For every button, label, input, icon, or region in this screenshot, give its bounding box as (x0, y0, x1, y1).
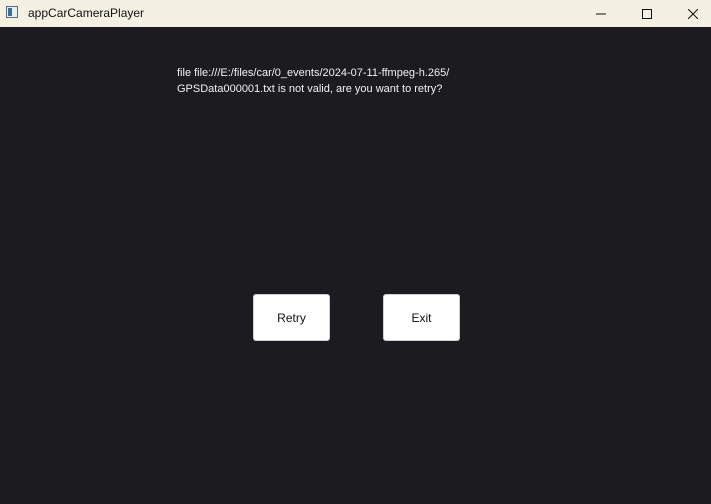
error-message-line-1: file file:///E:/files/car/0_events/2024-… (177, 67, 450, 79)
minimize-icon (596, 13, 606, 14)
error-message: file file:///E:/files/car/0_events/2024-… (177, 65, 507, 97)
close-button[interactable] (670, 0, 711, 27)
maximize-button[interactable] (624, 0, 670, 27)
exit-button[interactable]: Exit (383, 294, 460, 341)
window-title: appCarCameraPlayer (28, 6, 145, 20)
maximize-icon (642, 8, 652, 19)
app-window: appCarCameraPlayer file file:///E:/files… (0, 0, 711, 504)
title-bar[interactable]: appCarCameraPlayer (0, 0, 711, 27)
error-message-line-2: GPSData000001.txt is not valid, are you … (177, 83, 443, 95)
close-icon (688, 8, 698, 19)
retry-button[interactable]: Retry (253, 294, 330, 341)
app-icon (6, 6, 18, 18)
minimize-button[interactable] (578, 0, 624, 27)
